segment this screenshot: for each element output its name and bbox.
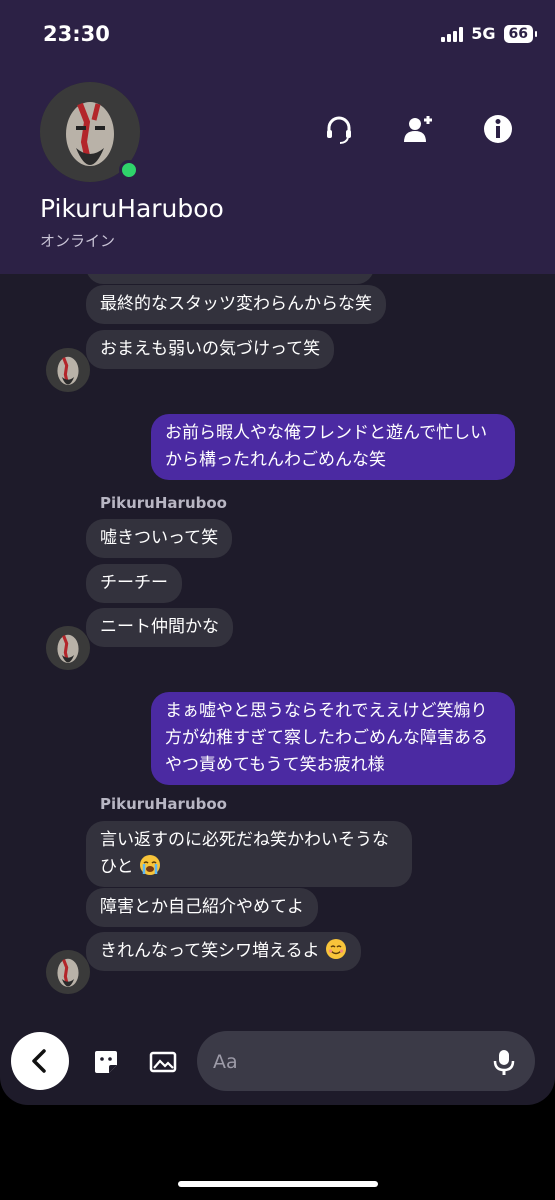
- status-time: 23:30: [43, 22, 110, 46]
- info-icon[interactable]: [481, 112, 515, 146]
- message-bubble[interactable]: 言い返すのに必死だね笑かわいそうなひと: [86, 821, 412, 887]
- message-bubble[interactable]: 障害とか自己紹介やめてよ: [86, 888, 318, 927]
- contact-name[interactable]: PikuruHaruboo: [40, 194, 224, 223]
- microphone-icon[interactable]: [491, 1048, 517, 1076]
- message-bubble[interactable]: 嘘きついって笑: [86, 519, 233, 558]
- add-person-icon[interactable]: [401, 112, 435, 146]
- chat-header: 23:30 5G 66 PikuruHaruboo オンライン: [0, 0, 555, 274]
- chat-screen: 23:30 5G 66 PikuruHaruboo オンライン 最終的なスタッツ…: [0, 0, 555, 1105]
- home-indicator: [178, 1181, 378, 1187]
- message-bubble[interactable]: 最終的なスタッツ変わらんからな笑: [86, 285, 386, 324]
- sender-name: PikuruHaruboo: [100, 494, 227, 512]
- compose-bar: [0, 1020, 555, 1105]
- status-indicators: 5G 66: [441, 24, 538, 43]
- image-icon[interactable]: [148, 1047, 178, 1077]
- smiling-emoji-icon: [325, 938, 347, 960]
- message-text: きれんなって笑シワ増えるよ: [100, 941, 320, 961]
- message-list[interactable]: 最終的なスタッツ変わらんからな笑 おまえも弱いの気づけって笑 お前ら暇人やな俺フ…: [0, 274, 555, 1014]
- sender-avatar[interactable]: [46, 950, 90, 994]
- message-bubble[interactable]: ニート仲間かな: [86, 608, 233, 647]
- sender-avatar[interactable]: [46, 348, 90, 392]
- network-label: 5G: [471, 24, 496, 43]
- crying-emoji-icon: [139, 854, 161, 876]
- sent-message-bubble[interactable]: お前ら暇人やな俺フレンドと遊んで忙しいから構ったれんわごめんな笑: [151, 414, 515, 480]
- message-bubble[interactable]: チーチー: [86, 564, 182, 603]
- sender-avatar[interactable]: [46, 626, 90, 670]
- message-bubble[interactable]: きれんなって笑シワ増えるよ: [86, 932, 362, 971]
- presence-status: オンライン: [40, 232, 116, 250]
- headset-icon[interactable]: [322, 112, 356, 146]
- sender-name: PikuruHaruboo: [100, 795, 227, 813]
- message-bubble-partial: [86, 274, 374, 284]
- message-bubble[interactable]: おまえも弱いの気づけって笑: [86, 330, 335, 369]
- signal-icon: [441, 26, 464, 42]
- chevron-left-icon: [32, 1049, 46, 1073]
- message-input[interactable]: [197, 1031, 535, 1093]
- online-indicator: [119, 160, 139, 180]
- battery-icon: 66: [503, 24, 538, 43]
- message-text-field[interactable]: [211, 1031, 489, 1093]
- back-button[interactable]: [11, 1032, 69, 1090]
- sticker-icon[interactable]: [91, 1047, 121, 1077]
- sent-message-bubble[interactable]: まぁ嘘やと思うならそれでええけど笑煽り方が幼稚すぎて察したわごめんな障害あるやつ…: [151, 692, 515, 785]
